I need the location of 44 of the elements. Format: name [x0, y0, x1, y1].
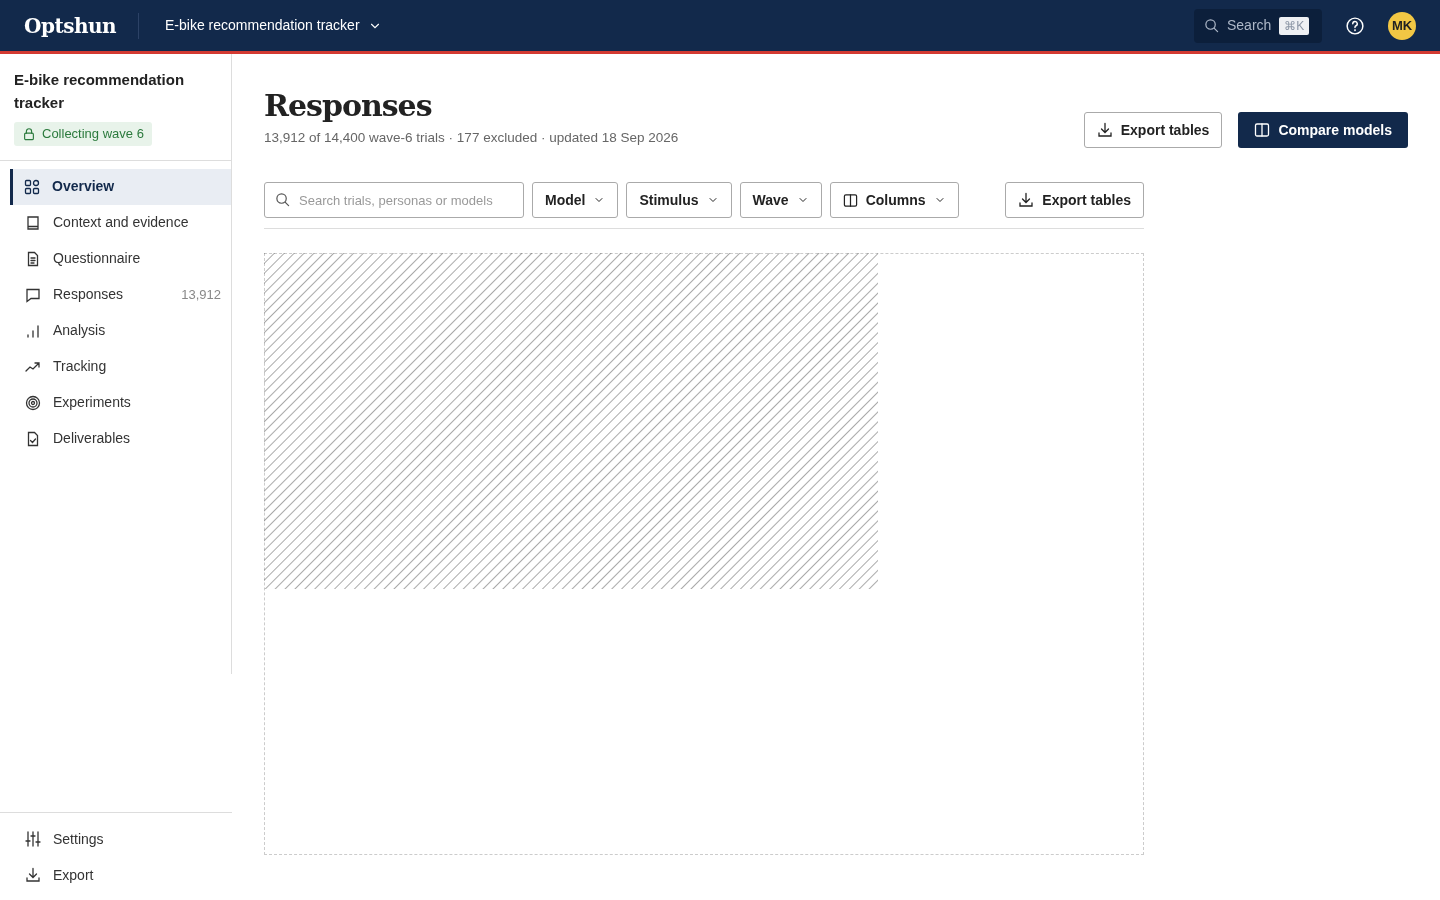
document-check-icon	[25, 430, 41, 447]
columns-icon	[1254, 122, 1271, 139]
sidebar-item[interactable]: Deliverables	[0, 420, 231, 457]
sidebar-item[interactable]: Experiments	[0, 384, 231, 421]
search-icon	[275, 192, 290, 208]
download-icon	[1096, 122, 1113, 139]
speech-bubble-icon	[25, 286, 41, 303]
filter-dropdown[interactable]: Stimulus	[626, 182, 732, 219]
page-title: Responses	[264, 88, 433, 124]
shortcut-key: ⌘K	[1279, 16, 1310, 35]
sidebar-item[interactable]: Tracking	[0, 348, 231, 385]
sidebar-item[interactable]: Overview	[10, 168, 231, 205]
document-icon	[25, 250, 41, 267]
book-icon	[25, 214, 41, 231]
filter-dropdown[interactable]: Columns	[829, 182, 959, 219]
download-icon	[25, 867, 41, 883]
sidebar-item[interactable]: Context and evidence	[0, 204, 231, 241]
sidebar-item[interactable]: Responses 13,912	[0, 276, 231, 313]
user-avatar[interactable]: MK	[1388, 11, 1416, 40]
sidebar-item[interactable]: Export	[0, 857, 232, 893]
sidebar-item[interactable]: Settings	[0, 821, 232, 857]
search-field[interactable]: Search trials, personas or models	[264, 182, 524, 219]
settings-icon	[25, 831, 41, 847]
compare-button[interactable]: Compare models	[1238, 112, 1408, 149]
columns-icon	[842, 192, 858, 208]
logo[interactable]: Optshun	[24, 10, 117, 41]
help-button[interactable]	[1346, 16, 1364, 35]
item-count: 13,912	[181, 285, 221, 304]
target-icon	[25, 394, 41, 411]
status-label: Collecting wave 6	[42, 125, 144, 143]
filter-dropdown[interactable]: Model	[532, 182, 619, 219]
project-dropdown[interactable]: E-bike recommendation tracker	[165, 15, 382, 36]
grid-icon	[24, 178, 40, 195]
search-button[interactable]: Search ⌘K	[1194, 8, 1322, 43]
sidebar-item[interactable]: Analysis	[0, 312, 231, 349]
project-title: E-bike recommendation tracker	[13, 70, 186, 113]
export-button[interactable]: Export tables	[1005, 182, 1144, 219]
lock-icon	[22, 126, 36, 141]
search-icon	[1204, 18, 1219, 33]
sidebar-item[interactable]: Questionnaire	[0, 240, 231, 277]
export-button[interactable]: Export tables	[1083, 112, 1223, 149]
page-subtitle: 13,912 of 14,400 wave-6 trials · 177 excluded · updated 18 Sep 2026	[264, 129, 679, 147]
filter-dropdown[interactable]: Wave	[739, 182, 822, 219]
download-icon	[1018, 192, 1035, 209]
